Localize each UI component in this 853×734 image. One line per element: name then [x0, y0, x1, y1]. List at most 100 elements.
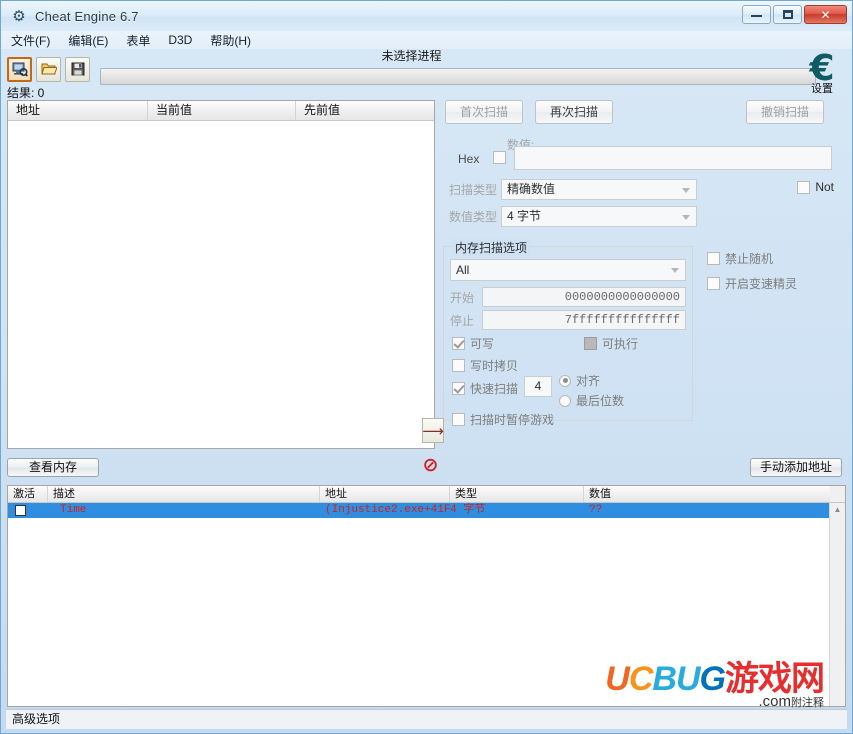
start-address-row: 开始 0000000000000000 — [450, 287, 686, 307]
row-value[interactable]: ?? — [584, 503, 829, 518]
row-active-checkbox[interactable] — [15, 505, 26, 516]
value-type-label: 数值类型 — [448, 210, 497, 224]
row-type[interactable]: 4 字节 — [450, 503, 584, 518]
row-active-cell[interactable] — [8, 505, 48, 516]
results-pane: 地址 当前值 先前值 查看内存 ⊘ — [7, 100, 438, 481]
no-randomization-label: 禁止随机 — [725, 252, 774, 266]
cheat-col-address[interactable]: 地址 — [320, 486, 450, 502]
cheat-engine-window: ⚙ Cheat Engine 6.7 ✕ 文件(F) 编辑(E) 表单 D3D … — [0, 0, 853, 734]
executable-checkbox[interactable] — [584, 337, 597, 350]
copy-on-write-option[interactable]: 写时拷贝 — [452, 357, 518, 374]
fast-scan-value-input[interactable]: 4 — [524, 376, 552, 397]
writable-option[interactable]: 可写 — [452, 335, 494, 352]
last-digits-label: 最后位数 — [576, 394, 625, 408]
close-button[interactable]: ✕ — [804, 5, 847, 24]
hex-checkbox[interactable] — [493, 151, 506, 164]
results-col-current-value[interactable]: 当前值 — [148, 101, 296, 120]
window-controls: ✕ — [742, 5, 847, 24]
menu-file[interactable]: 文件(F) — [11, 32, 50, 49]
floppy-save-icon — [71, 62, 84, 76]
result-count: 结果: 0 — [7, 86, 45, 100]
value-type-value: 4 字节 — [507, 209, 542, 223]
scan-type-row: 扫描类型 精确数值 Not — [435, 176, 846, 203]
next-scan-button[interactable]: 再次扫描 — [535, 100, 613, 124]
writable-checkbox[interactable] — [452, 337, 465, 350]
status-bar[interactable]: 高级选项 — [6, 709, 847, 729]
red-arrow-pointer-icon[interactable]: ⟶ — [422, 418, 444, 443]
row-address[interactable]: (Injustice2.exe+41FEC74) — [320, 503, 450, 518]
fast-scan-option[interactable]: 快速扫描 — [452, 380, 518, 397]
fast-scan-label: 快速扫描 — [470, 382, 519, 396]
menu-table[interactable]: 表单 — [126, 32, 150, 49]
speedhack-checkbox[interactable] — [707, 277, 720, 290]
cheat-engine-logo-icon: ⚙ — [12, 7, 26, 25]
menu-d3d[interactable]: D3D — [168, 33, 192, 47]
cheat-col-value[interactable]: 数值 — [584, 486, 830, 502]
minimize-button[interactable] — [742, 5, 771, 24]
cheat-table-header: 激活 描述 地址 类型 数值 — [8, 486, 830, 503]
add-address-manually-button[interactable]: 手动添加地址 — [750, 458, 842, 477]
view-memory-button[interactable]: 查看内存 — [7, 457, 99, 477]
open-process-button[interactable] — [7, 56, 32, 82]
results-body[interactable] — [8, 121, 434, 448]
memory-region-select[interactable]: All — [450, 259, 686, 281]
last-digits-radio[interactable] — [559, 394, 571, 407]
results-col-previous-value[interactable]: 先前值 — [296, 101, 434, 120]
toolbar: 未选择进程 € 设置 — [1, 49, 852, 95]
save-file-button[interactable] — [65, 56, 90, 82]
settings-logo[interactable]: € 设置 — [798, 51, 846, 95]
scan-pane: 首次扫描 再次扫描 撤销扫描 数值: Hex 扫描类型 精确数值 Not 数值类… — [422, 100, 846, 481]
not-checkbox[interactable] — [797, 180, 811, 194]
title-bar: ⚙ Cheat Engine 6.7 ✕ — [1, 1, 852, 31]
value-type-select[interactable]: 4 字节 — [501, 206, 697, 227]
pause-game-checkbox[interactable] — [452, 413, 465, 426]
table-row[interactable]: Time (Injustice2.exe+41FEC74) 4 字节 ?? — [8, 503, 829, 518]
process-bar[interactable] — [100, 67, 816, 85]
euro-logo-icon: € — [809, 48, 835, 89]
pause-game-option[interactable]: 扫描时暂停游戏 — [452, 411, 554, 428]
start-address-input[interactable]: 0000000000000000 — [482, 287, 686, 307]
cheat-col-type[interactable]: 类型 — [450, 486, 584, 502]
scan-type-value: 精确数值 — [507, 182, 556, 196]
cheat-table-scrollbar[interactable]: ▲ — [829, 503, 845, 706]
fast-scan-checkbox[interactable] — [452, 382, 465, 395]
value-type-row: 数值类型 4 字节 — [435, 203, 846, 230]
results-col-address[interactable]: 地址 — [8, 101, 148, 120]
last-digits-option[interactable]: 最后位数 — [559, 392, 624, 409]
align-radio[interactable] — [559, 374, 571, 387]
extra-options: 禁止随机 开启变速精灵 — [707, 250, 797, 300]
open-file-button[interactable] — [36, 56, 61, 82]
no-randomization-checkbox[interactable] — [707, 252, 720, 265]
executable-label: 可执行 — [602, 337, 639, 351]
chevron-down-icon — [671, 268, 679, 273]
undo-scan-button[interactable]: 撤销扫描 — [746, 100, 824, 124]
no-randomization-option[interactable]: 禁止随机 — [707, 250, 797, 267]
align-option[interactable]: 对齐 — [559, 372, 600, 389]
results-toolbar: 查看内存 ⊘ — [7, 453, 438, 481]
executable-option[interactable]: 可执行 — [584, 335, 638, 352]
menu-edit[interactable]: 编辑(E) — [68, 32, 108, 49]
row-description[interactable]: Time — [48, 503, 320, 518]
copy-on-write-label: 写时拷贝 — [470, 359, 519, 373]
scan-value-input[interactable] — [514, 146, 832, 170]
cheat-table: 激活 描述 地址 类型 数值 Time (Injustice2.exe+41FE… — [7, 485, 846, 707]
memory-scan-options-title: 内存扫描选项 — [452, 239, 531, 256]
cheat-col-description[interactable]: 描述 — [48, 486, 320, 502]
scan-type-label: 扫描类型 — [448, 183, 497, 197]
triangle-up-icon[interactable]: ▲ — [831, 503, 844, 516]
maximize-button[interactable] — [773, 5, 802, 24]
scan-type-select[interactable]: 精确数值 — [501, 179, 697, 200]
menu-help[interactable]: 帮助(H) — [210, 32, 251, 49]
speedhack-option[interactable]: 开启变速精灵 — [707, 275, 797, 292]
stop-address-input[interactable]: 7fffffffffffffff — [482, 310, 686, 330]
results-list[interactable]: 地址 当前值 先前值 — [7, 100, 435, 449]
pause-game-label: 扫描时暂停游戏 — [470, 413, 555, 427]
chevron-down-icon — [682, 188, 690, 193]
writable-label: 可写 — [470, 337, 495, 351]
main-area: 地址 当前值 先前值 查看内存 ⊘ 首次扫描 再次扫描 撤销扫描 数值: Hex — [1, 100, 852, 481]
scan-button-row: 首次扫描 再次扫描 撤销扫描 — [445, 100, 846, 128]
cheat-col-active[interactable]: 激活 — [8, 486, 48, 502]
first-scan-button[interactable]: 首次扫描 — [445, 100, 523, 124]
copy-on-write-checkbox[interactable] — [452, 359, 465, 372]
not-option[interactable]: Not — [797, 180, 834, 194]
